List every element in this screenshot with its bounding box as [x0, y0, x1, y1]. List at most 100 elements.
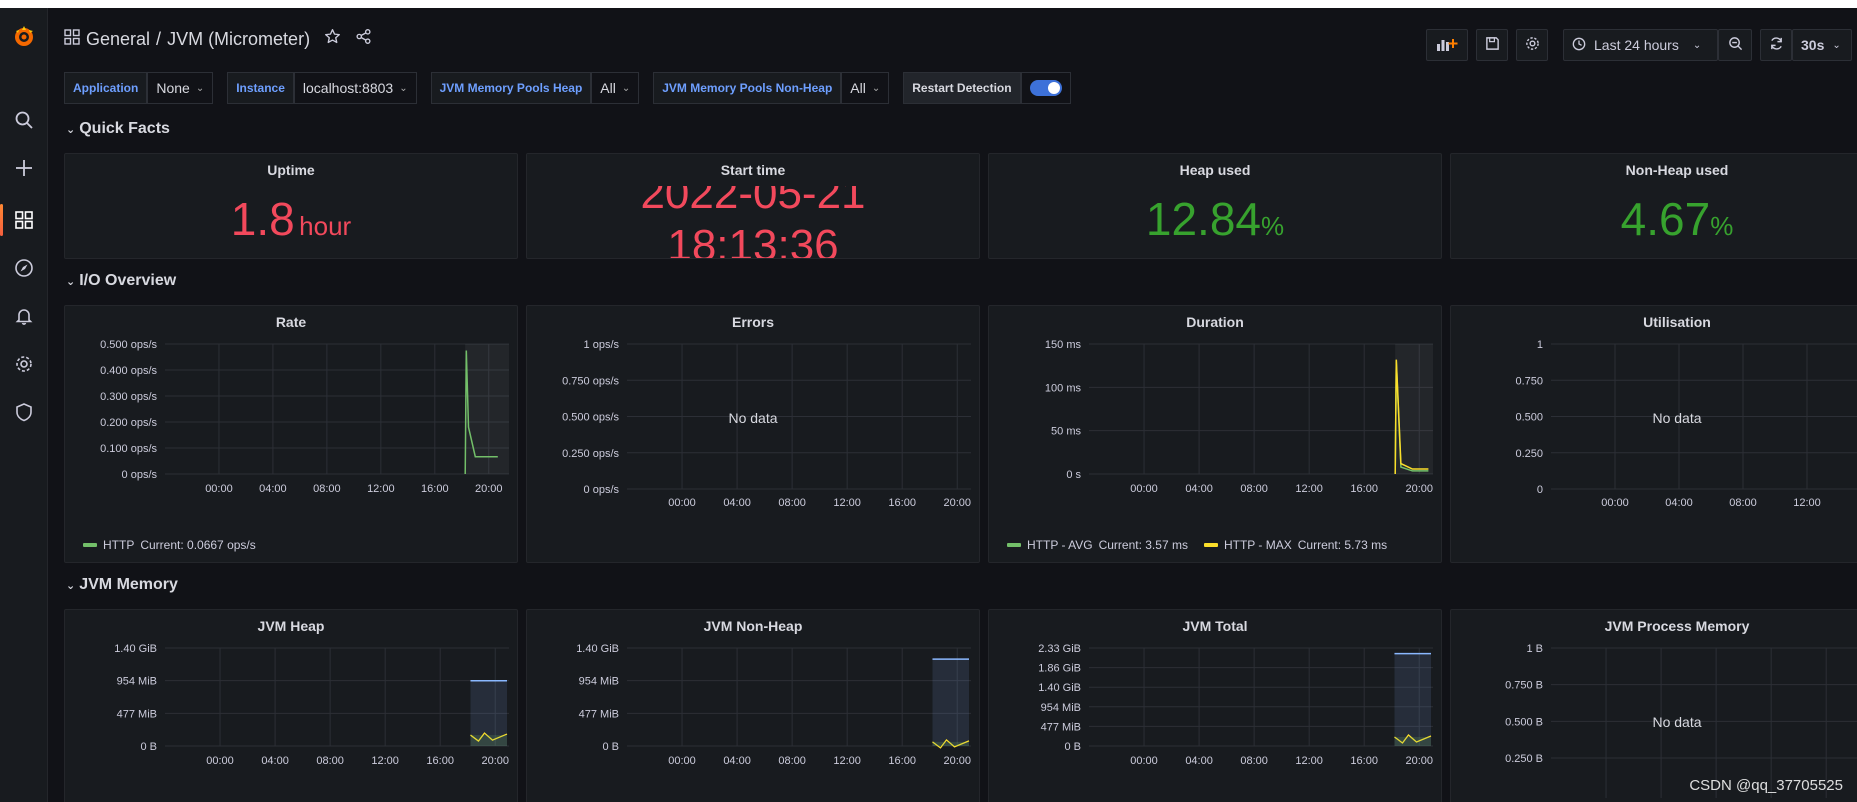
- legend-current: Current: 0.0667 ops/s: [140, 538, 256, 552]
- x-tick-label: 04:00: [259, 483, 287, 495]
- panel-title: Rate: [275, 314, 307, 330]
- x-tick-label: 04:00: [723, 497, 751, 509]
- jvm-total-chart: 2.33 GiB 1.86 GiB 1.40 GiB 954 MiB 477 MiB 0 …: [1038, 643, 1433, 767]
- create-plus-icon[interactable]: [0, 148, 48, 188]
- x-tick-label: 08:00: [1729, 497, 1757, 509]
- star-icon[interactable]: [324, 28, 341, 50]
- variable-select-memory-pools-heap[interactable]: All ⌄: [591, 72, 640, 104]
- panel-title-overlay: Start time: [720, 162, 786, 178]
- row-quick-facts[interactable]: ⌄ Quick Facts: [66, 120, 170, 138]
- x-tick-label: 16:00: [1350, 755, 1378, 767]
- panel-nonheap-used[interactable]: Non-Heap used 4.67%: [1450, 153, 1857, 259]
- alerting-bell-icon[interactable]: [0, 296, 48, 336]
- server-admin-shield-icon[interactable]: [0, 392, 48, 432]
- no-data-label: No data: [1652, 714, 1702, 730]
- restart-region: [465, 344, 509, 474]
- duration-legend[interactable]: HTTP - AVG Current: 3.57 ms HTTP - MAX C…: [1007, 538, 1387, 552]
- variable-label-application: Application: [64, 72, 148, 104]
- y-tick-label: 0 B: [1064, 741, 1081, 753]
- chevron-down-icon: ⌄: [195, 82, 205, 94]
- y-tick-label: 0.500 ops/s: [100, 339, 157, 351]
- search-icon[interactable]: [0, 100, 48, 140]
- variable-select-application[interactable]: None ⌄: [147, 72, 214, 104]
- panel-utilisation[interactable]: Utilisation 1 0.750 0.500 0.250 0 00:00 04:00 0…: [1450, 305, 1857, 563]
- y-tick-label: 477 MiB: [1041, 721, 1081, 733]
- refresh-button[interactable]: [1760, 29, 1792, 61]
- grafana-logo-icon[interactable]: [0, 16, 48, 56]
- x-tick-label: 00:00: [1130, 483, 1158, 495]
- panel-errors[interactable]: Errors 1 ops/s 0.750 ops/s 0.500 ops/s 0.25…: [526, 305, 980, 563]
- save-dashboard-button[interactable]: [1476, 29, 1508, 61]
- panel-jvm-nonheap[interactable]: JVM Non-Heap 1.40 GiB 954 MiB 477 MiB 0 B 00…: [526, 609, 980, 802]
- panel-title: JVM Non-Heap: [703, 618, 803, 634]
- row-title: Quick Facts: [79, 120, 170, 137]
- x-tick-label: 08:00: [1240, 755, 1268, 767]
- watermark: CSDN @qq_37705525: [1689, 777, 1843, 794]
- x-tick-label: 04:00: [1185, 483, 1213, 495]
- y-tick-label: 0.750 ops/s: [562, 375, 619, 387]
- x-tick-label: 12:00: [1793, 497, 1821, 509]
- y-tick-label: 0.250 B: [1505, 753, 1543, 765]
- breadcrumb-folder[interactable]: General: [86, 29, 150, 50]
- uptime-value: 1.8 hour: [65, 192, 517, 246]
- panel-title: JVM Heap: [257, 618, 325, 634]
- y-tick-label: 1.40 GiB: [114, 643, 157, 655]
- variable-label-memory-pools-nonheap: JVM Memory Pools Non-Heap: [653, 72, 842, 104]
- nonheap-used-number: 4.67: [1620, 193, 1711, 245]
- y-tick-label: 0 ops/s: [584, 484, 620, 496]
- settings-gear-icon[interactable]: [0, 344, 48, 384]
- panel-jvm-total[interactable]: JVM Total 2.33 GiB 1.86 GiB 1.40 GiB 954 Mi…: [988, 609, 1442, 802]
- duration-chart: 150 ms 100 ms 50 ms 0 s 00:00 04:00 08:00 12:00…: [1045, 339, 1433, 495]
- dashboard-settings-button[interactable]: [1516, 29, 1548, 61]
- zoom-out-button[interactable]: [1718, 29, 1752, 61]
- dashboard-title[interactable]: JVM (Micrometer): [167, 29, 310, 50]
- legend-series-name: HTTP - MAX: [1223, 538, 1292, 552]
- panel-jvm-process-memory[interactable]: JVM Process Memory 1 B 0.750 B 0.500 B 0.25…: [1450, 609, 1857, 802]
- explore-compass-icon[interactable]: [0, 248, 48, 288]
- panel-heap-used[interactable]: Heap used 12.84%: [988, 153, 1442, 259]
- panel-jvm-heap[interactable]: JVM Heap 1.40 GiB 954 MiB 477 MiB 0 B 00:00 0…: [64, 609, 518, 802]
- restart-detection-toggle[interactable]: [1029, 80, 1062, 96]
- row-io-overview[interactable]: ⌄ I/O Overview: [66, 272, 176, 290]
- time-range-picker[interactable]: Last 24 hours ⌄: [1563, 29, 1718, 61]
- sidebar: [0, 8, 48, 802]
- share-icon[interactable]: [355, 28, 372, 50]
- x-tick-label: 12:00: [1295, 483, 1323, 495]
- add-panel-icon: [1436, 36, 1458, 55]
- panel-title: Utilisation: [1643, 314, 1711, 330]
- x-tick-label: 04:00: [261, 755, 289, 767]
- rate-legend[interactable]: HTTP Current: 0.0667 ops/s: [83, 538, 256, 552]
- x-tick-label: 04:00: [723, 755, 751, 767]
- panel-duration[interactable]: Duration 150 ms 100 ms 50 ms 0 s 00:00 04:00 0…: [988, 305, 1442, 563]
- variable-select-memory-pools-nonheap[interactable]: All ⌄: [841, 72, 890, 104]
- chevron-down-icon: ⌄: [66, 123, 76, 136]
- panel-uptime[interactable]: Uptime 1.8 hour: [64, 153, 518, 259]
- row-jvm-memory[interactable]: ⌄ JVM Memory: [66, 576, 178, 594]
- y-tick-label: 0.750: [1515, 375, 1543, 387]
- errors-chart: 1 ops/s0.750 ops/s0.500 ops/s0.250 ops/s…: [562, 339, 971, 509]
- dashboards-grid-icon[interactable]: [0, 200, 48, 240]
- heap-used-unit: %: [1261, 211, 1285, 241]
- gear-icon: [1525, 36, 1540, 54]
- y-tick-label: 50 ms: [1051, 426, 1081, 438]
- panel-start-time[interactable]: Start time 2022-05-21 18:13:36 Start tim…: [526, 153, 980, 259]
- variable-select-instance[interactable]: localhost:8803 ⌄: [293, 72, 417, 104]
- x-tick-label: 16:00: [421, 483, 449, 495]
- zoom-out-icon: [1728, 36, 1743, 54]
- x-tick-label: 08:00: [313, 483, 341, 495]
- panel-title: Uptime: [267, 162, 315, 178]
- y-tick-label: 1 B: [1526, 643, 1543, 655]
- variable-value: All: [600, 80, 616, 96]
- add-panel-button[interactable]: [1426, 29, 1468, 61]
- y-tick-label: 1.86 GiB: [1038, 663, 1081, 675]
- chevron-down-icon: ⌄: [66, 579, 76, 592]
- used-area: [932, 741, 969, 746]
- y-tick-label: 0.250 ops/s: [562, 448, 619, 460]
- heap-used-value: 12.84%: [989, 192, 1441, 246]
- refresh-interval-picker[interactable]: 30s ⌄: [1792, 29, 1852, 61]
- x-tick-label: 12:00: [1295, 755, 1323, 767]
- panel-rate[interactable]: Rate 0.500 ops/s 0.400 ops/s 0.300 ops/s 0.…: [64, 305, 518, 563]
- y-tick-label: 0.100 ops/s: [100, 443, 157, 455]
- y-tick-label: 0 B: [140, 741, 157, 753]
- row-title: I/O Overview: [79, 272, 177, 289]
